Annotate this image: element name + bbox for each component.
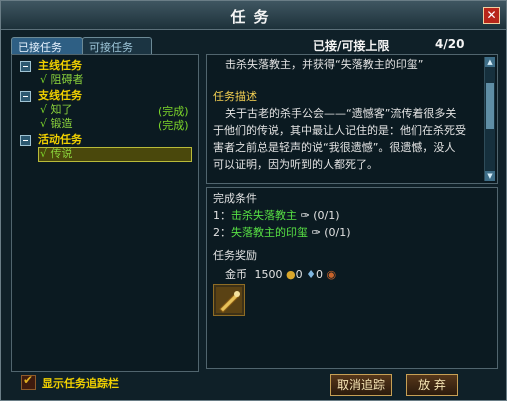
show-tracker-checkbox[interactable] bbox=[21, 373, 36, 390]
quest-summary: 击杀失落教主，并获得“失落教主的印玺” bbox=[225, 58, 424, 71]
condition-target[interactable]: 击杀失落教主 bbox=[231, 209, 297, 222]
abandon-button[interactable]: 放 弃 bbox=[406, 374, 458, 396]
description-title: 任务描述 bbox=[213, 90, 257, 103]
reward-item-icon[interactable] bbox=[213, 284, 245, 316]
scroll-up-icon[interactable]: ▲ bbox=[485, 57, 495, 67]
scroll-thumb[interactable] bbox=[486, 83, 494, 129]
check-icon: √ bbox=[40, 103, 48, 116]
description-line: 可以证明，因为听到的人都死了。 bbox=[213, 158, 378, 171]
collapse-icon[interactable] bbox=[20, 61, 31, 72]
title-bar[interactable]: 任务 ✕ bbox=[1, 1, 506, 30]
condition-target[interactable]: 失落教主的印玺 bbox=[231, 226, 308, 239]
scroll-down-icon[interactable]: ▼ bbox=[485, 171, 495, 181]
quest-item[interactable]: √ 锻造 bbox=[40, 117, 73, 131]
feather-icon: ✑ bbox=[311, 226, 321, 239]
collapse-icon[interactable] bbox=[20, 135, 31, 146]
description-line: 关于古老的杀手公会——“遗憾客”流传着很多关 bbox=[225, 107, 457, 120]
gold-label: 金币 bbox=[225, 268, 247, 281]
quest-limit-count: 4/20 bbox=[435, 37, 465, 51]
quest-limit-label: 已接/可接上限 bbox=[313, 39, 390, 53]
feather-icon: ✑ bbox=[300, 209, 310, 222]
rewards-title: 任务奖励 bbox=[213, 249, 257, 262]
token-icon: ◉ bbox=[326, 268, 337, 281]
window-title: 任务 bbox=[230, 8, 277, 26]
condition-row: 1：击杀失落教主 ✑ (0/1) bbox=[213, 209, 340, 222]
quest-window: 任务 ✕ 已接任务 可接任务 已接/可接上限 4/20 主线任务 √ 阻碍者 支… bbox=[0, 0, 507, 401]
quest-item[interactable]: √ 阻碍者 bbox=[40, 73, 84, 87]
quest-tree-panel: 主线任务 √ 阻碍者 支线任务 √ 知了 (完成) √ 锻造 (完成) 活动任务… bbox=[11, 54, 199, 372]
description-scrollbar[interactable]: ▲ ▼ bbox=[484, 57, 495, 181]
conditions-title: 完成条件 bbox=[213, 192, 257, 205]
check-icon: √ bbox=[40, 117, 48, 130]
check-icon: √ bbox=[40, 73, 48, 86]
condition-row: 2：失落教主的印玺 ✑ (0/1) bbox=[213, 226, 351, 239]
tab-available[interactable]: 可接任务 bbox=[82, 37, 152, 55]
scroll-item-icon bbox=[216, 287, 242, 313]
check-icon: √ bbox=[40, 147, 48, 160]
close-icon[interactable]: ✕ bbox=[483, 7, 500, 24]
gold-value: 1500 bbox=[254, 268, 283, 281]
reward-row: 金币 1500 ●0 ♦0 ◉ bbox=[225, 268, 337, 281]
quest-description-panel: 击杀失落教主，并获得“失落教主的印玺” 任务描述 关于古老的杀手公会——“遗憾客… bbox=[206, 54, 498, 184]
coin-icon: ● bbox=[286, 268, 296, 281]
description-line: 于他们的传说，其中最让人记住的是：他们在杀死受 bbox=[213, 124, 466, 137]
quest-conditions-panel: 完成条件 1：击杀失落教主 ✑ (0/1) 2：失落教主的印玺 ✑ (0/1) … bbox=[206, 187, 498, 369]
gem-icon: ♦ bbox=[306, 268, 316, 281]
cancel-tracking-button[interactable]: 取消追踪 bbox=[330, 374, 392, 396]
description-line: 害者之前总是轻声的说“我很遗憾”。很遗憾，没人 bbox=[213, 141, 456, 154]
collapse-icon[interactable] bbox=[20, 91, 31, 102]
quest-item-selected[interactable]: √ 传说 bbox=[40, 147, 73, 161]
tab-accepted[interactable]: 已接任务 bbox=[11, 37, 83, 55]
quest-status: (完成) bbox=[158, 119, 189, 132]
quest-item[interactable]: √ 知了 bbox=[40, 103, 73, 117]
show-tracker-label: 显示任务追踪栏 bbox=[42, 377, 119, 390]
